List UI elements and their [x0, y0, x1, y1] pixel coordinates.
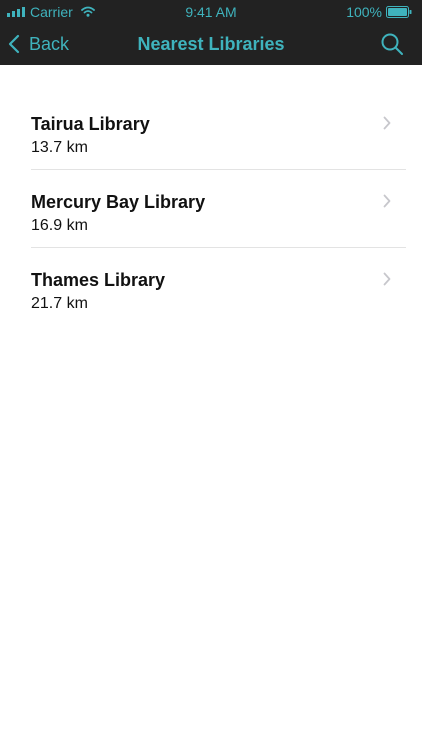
navigation-bar: Back Nearest Libraries	[0, 24, 422, 65]
library-name: Mercury Bay Library	[31, 192, 206, 212]
library-distance: 13.7 km	[31, 139, 88, 156]
library-row-mercury-bay[interactable]: Mercury Bay Library 16.9 km	[31, 170, 406, 248]
top-bar: Carrier 9:41 AM 100% Back Nearest Librar…	[0, 0, 422, 65]
library-row-tairua[interactable]: Tairua Library 13.7 km	[31, 92, 406, 170]
library-distance: 21.7 km	[31, 295, 88, 312]
chevron-right-icon	[383, 272, 391, 286]
search-icon[interactable]	[380, 32, 404, 56]
chevron-right-icon	[383, 116, 391, 130]
library-list: Tairua Library 13.7 km Mercury Bay Libra…	[0, 92, 422, 325]
page-title: Nearest Libraries	[137, 34, 285, 54]
library-name: Tairua Library	[31, 114, 150, 134]
library-row-thames[interactable]: Thames Library 21.7 km	[31, 248, 406, 325]
chevron-right-icon	[383, 194, 391, 208]
library-name: Thames Library	[31, 270, 166, 290]
library-distance: 16.9 km	[31, 217, 88, 234]
battery-icon	[386, 6, 412, 18]
battery-percentage: 100%	[346, 4, 382, 20]
status-bar: Carrier 9:41 AM 100%	[0, 0, 422, 24]
